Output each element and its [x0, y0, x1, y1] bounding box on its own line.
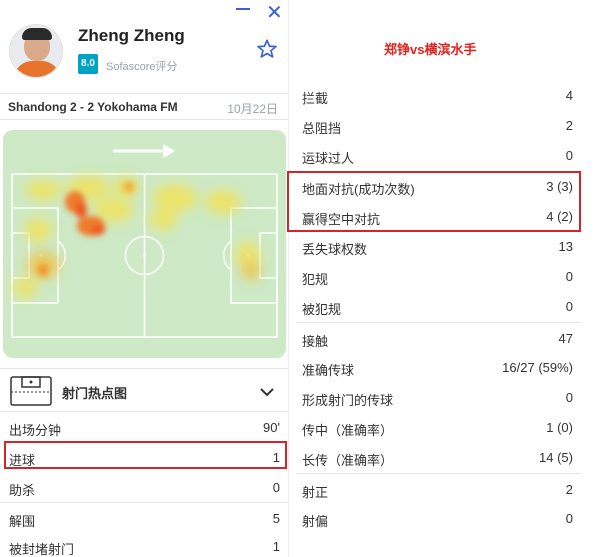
stat-label: 助杀 [9, 483, 36, 498]
stat-row-crosses: 传中（准确率） 1 (0) [296, 412, 581, 442]
stat-value: 16/27 (59%) [502, 360, 573, 375]
stat-label: 犯规 [302, 272, 329, 287]
rating-badge: 8.0 [78, 54, 98, 74]
stat-label: 形成射门的传球 [302, 393, 394, 408]
stat-label: 拦截 [302, 91, 329, 106]
stat-row-interceptions: 拦截 4 [296, 80, 581, 110]
stat-label: 接触 [302, 334, 329, 349]
player-name[interactable]: Zheng Zheng [78, 26, 185, 46]
stat-row-fouls: 犯规 0 [296, 261, 581, 291]
stat-value: 1 [272, 539, 280, 554]
shotmap-toggle[interactable]: 射门热点图 [0, 368, 288, 412]
stat-label: 准确传球 [302, 363, 355, 378]
stat-label: 被犯规 [302, 302, 342, 317]
stat-value: 5 [272, 511, 280, 526]
annotation-title: 郑铮vs横滨水手 [384, 42, 477, 57]
stat-row-shots-on-target: 射正 2 [296, 473, 581, 503]
stat-row-was-fouled: 被犯规 0 [296, 291, 581, 321]
heatmap [3, 130, 286, 358]
player-panel: Zheng Zheng 8.0 Sofascore评分 ✕ Shandong 2… [0, 0, 288, 557]
goal-map-icon [10, 376, 52, 406]
match-header[interactable]: Shandong 2 - 2 Yokohama FM 10月22日 [0, 93, 288, 120]
stat-row-long-balls: 长传（准确率） 14 (5) [296, 442, 581, 472]
rating-label: Sofascore评分 [106, 61, 178, 73]
stat-label: 运球过人 [302, 151, 355, 166]
stat-label: 出场分钟 [9, 423, 62, 438]
stat-label: 解围 [9, 514, 36, 529]
avatar [9, 24, 63, 78]
stat-value: 4 [565, 88, 573, 103]
stat-row-assists: 助杀 0 [0, 472, 288, 502]
stat-row-minutes: 出场分钟 90' [0, 412, 288, 442]
panel-divider [288, 0, 289, 557]
stat-value: 0 [565, 299, 573, 314]
stat-row-clearances: 解围 5 [0, 502, 288, 532]
stat-value: 1 (0) [546, 420, 573, 435]
stat-label: 长传（准确率） [302, 453, 394, 468]
stat-row-key-passes: 形成射门的传球 0 [296, 382, 581, 412]
shotmap-label: 射门热点图 [62, 386, 128, 401]
heat-zones [13, 176, 261, 298]
stat-row-total-blocks: 总阻挡 2 [296, 110, 581, 140]
highlight-box-goals [4, 441, 287, 469]
close-icon[interactable]: ✕ [266, 1, 283, 25]
chevron-down-icon[interactable] [258, 383, 276, 401]
stat-value: 0 [565, 390, 573, 405]
stat-label: 总阻挡 [302, 121, 342, 136]
stat-row-blocked-shots: 被封堵射门 1 [0, 531, 288, 557]
stat-label: 射正 [302, 485, 329, 500]
match-date: 10月22日 [227, 102, 278, 116]
stat-value: 47 [558, 331, 573, 346]
stat-row-shots-off-target: 射偏 0 [296, 503, 581, 533]
match-name: Shandong 2 - 2 Yokohama FM [8, 100, 178, 114]
stat-value: 0 [565, 269, 573, 284]
stat-label: 传中（准确率） [302, 423, 394, 438]
star-icon[interactable] [256, 38, 278, 60]
stat-row-possession-lost: 丢失球权数 13 [296, 231, 581, 261]
highlight-box-duels [287, 171, 581, 232]
stat-value: 90' [263, 420, 280, 435]
stat-value: 0 [565, 511, 573, 526]
stat-row-dribbles: 运球过人 0 [296, 140, 581, 170]
stat-value: 2 [565, 482, 573, 497]
minimize-icon[interactable] [236, 8, 250, 10]
stat-label: 射偏 [302, 514, 329, 529]
stat-value: 0 [565, 148, 573, 163]
stat-label: 被封堵射门 [9, 542, 75, 557]
stat-value: 14 (5) [539, 450, 573, 465]
stat-value: 2 [565, 118, 573, 133]
stat-value: 13 [558, 239, 573, 254]
arrow-right-icon [113, 144, 175, 158]
stat-row-accurate-passes: 准确传球 16/27 (59%) [296, 352, 581, 382]
stat-label: 丢失球权数 [302, 242, 368, 257]
stat-value: 0 [272, 480, 280, 495]
stat-row-touches: 接触 47 [296, 322, 581, 352]
